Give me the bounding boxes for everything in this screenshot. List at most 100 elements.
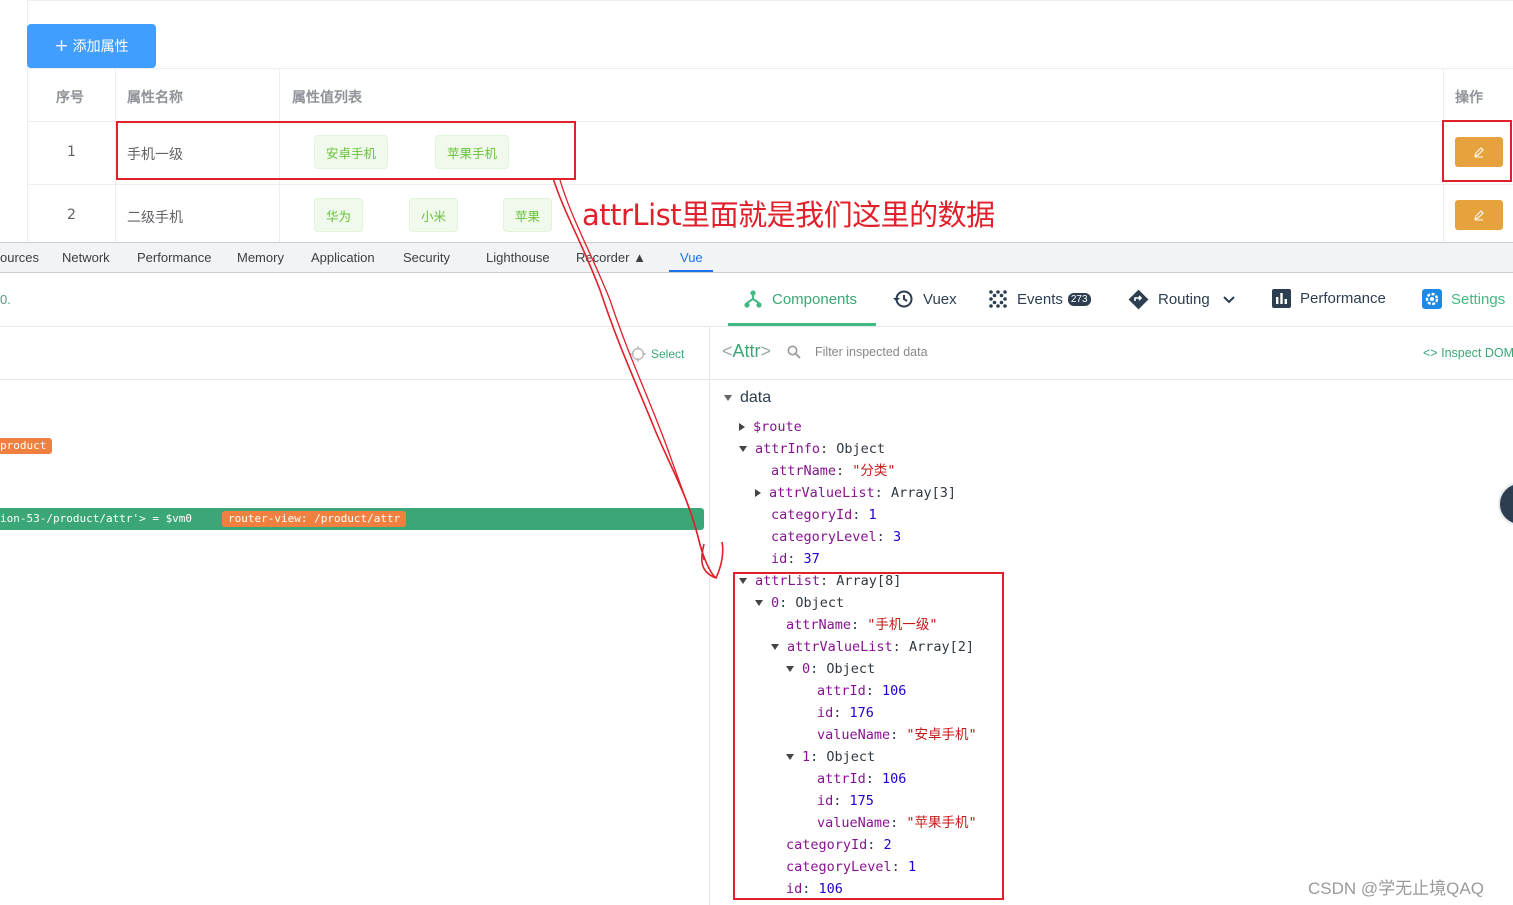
- inspect-dom-button[interactable]: <> Inspect DOM: [1423, 346, 1513, 360]
- prop-value: 2: [883, 837, 892, 853]
- prop-key: 0: [771, 595, 780, 611]
- tab-application[interactable]: Application: [311, 250, 375, 265]
- prop-key: valueName: [817, 815, 891, 831]
- router-view-badge: router-view: /product/attr: [222, 511, 407, 527]
- nav-settings-label: Settings: [1451, 290, 1506, 308]
- row-2-name: 二级手机: [127, 210, 183, 226]
- row-1-index: 1: [67, 144, 76, 160]
- nav-vuex[interactable]: Vuex: [892, 289, 957, 309]
- header-index: 序号: [56, 90, 84, 106]
- value-tag: 华为: [314, 198, 364, 232]
- prop-key: attrName: [771, 463, 837, 479]
- row-1-name: 手机一级: [127, 147, 183, 163]
- value-tag: 小米: [409, 198, 459, 232]
- filter-placeholder: Filter inspected data: [815, 345, 928, 359]
- select-component-button[interactable]: Select: [630, 346, 684, 362]
- nav-vuex-label: Vuex: [923, 290, 957, 308]
- left-edge-text: 0.: [0, 292, 11, 307]
- tab-lighthouse[interactable]: Lighthouse: [486, 250, 550, 265]
- inspector-line: categoryLevel: 1: [786, 859, 917, 875]
- nav-active-indicator: [728, 323, 876, 326]
- edit-icon: [1474, 147, 1484, 158]
- inspector-line[interactable]: attrValueList: Array[3]: [755, 483, 956, 503]
- tab-sources[interactable]: ources: [0, 250, 39, 265]
- selected-tree-row[interactable]: ion-53-/product/attr'> = $vm0 router-vie…: [0, 508, 704, 530]
- filter-input[interactable]: Filter inspected data: [787, 345, 928, 359]
- tab-memory[interactable]: Memory: [237, 250, 284, 265]
- header-attr-name: 属性名称: [127, 90, 183, 106]
- prop-value: Array[8]: [836, 573, 902, 589]
- select-label: Select: [651, 347, 685, 361]
- caret-down-icon: [739, 578, 747, 584]
- prop-key: valueName: [817, 727, 891, 743]
- selected-row-text: ion-53-/product/attr'> = $vm0: [0, 512, 193, 525]
- inspector-line[interactable]: $route: [739, 417, 802, 437]
- target-icon: [630, 346, 646, 362]
- edit-icon: [1474, 210, 1484, 221]
- nav-components[interactable]: Components: [743, 289, 857, 309]
- prop-value: Object: [826, 749, 876, 765]
- caret-down-icon: [786, 754, 794, 760]
- prop-key: attrId: [817, 771, 866, 787]
- prop-key: attrInfo: [755, 441, 821, 457]
- tab-vue[interactable]: Vue: [680, 250, 703, 265]
- code-icon: <>: [1423, 346, 1438, 360]
- inspector-line: categoryLevel: 3: [771, 529, 902, 545]
- inspector-line: id: 176: [817, 705, 874, 721]
- prop-key: 0: [802, 661, 811, 677]
- tab-recorder-label: Recorder: [576, 250, 630, 265]
- history-icon: [893, 290, 913, 308]
- prop-value: Array[3]: [890, 485, 956, 501]
- caret-down-icon: [786, 666, 794, 672]
- data-section-header[interactable]: data: [724, 389, 771, 407]
- inspector-line[interactable]: attrValueList: Array[2]: [771, 637, 974, 657]
- caret-down-icon: [755, 600, 763, 606]
- devtools-tabbar: ources Network Performance Memory Applic…: [0, 242, 1513, 273]
- settings-icon: [1422, 289, 1442, 309]
- nav-performance[interactable]: Performance: [1272, 289, 1386, 308]
- tab-performance[interactable]: Performance: [137, 250, 211, 265]
- inspector-line[interactable]: 1: Object: [786, 747, 875, 767]
- prop-value: 3: [892, 529, 902, 545]
- prop-key: id: [817, 705, 834, 721]
- annotation-text: attrList里面就是我们这里的数据: [582, 198, 995, 232]
- value-tag: 苹果: [503, 198, 553, 232]
- add-attribute-label: 添加属性: [72, 39, 129, 55]
- inspected-component-name: <Attr>: [722, 341, 772, 361]
- edit-button[interactable]: [1455, 137, 1503, 167]
- inspector-toolbar: <Attr> Filter inspected data <> Inspect …: [711, 327, 1513, 380]
- prop-key: attrList: [755, 573, 821, 589]
- prop-value: "苹果手机": [906, 815, 977, 831]
- prop-key: categoryId: [771, 507, 853, 523]
- prop-value: Object: [826, 661, 876, 677]
- edit-button[interactable]: [1455, 200, 1503, 230]
- prop-key: id: [817, 793, 834, 809]
- inspector-line: id: 37: [771, 551, 820, 567]
- data-section-label: data: [740, 389, 772, 406]
- prop-key: id: [771, 551, 788, 567]
- add-attribute-button[interactable]: + 添加属性: [27, 24, 156, 68]
- watermark: CSDN @学无止境QAQ: [1308, 879, 1484, 898]
- tab-recorder[interactable]: Recorder ▲: [576, 250, 646, 265]
- route-badge: product: [0, 438, 53, 454]
- vue-devtools-header: 0. Components Vuex Events 273 Routing Pe…: [0, 273, 1513, 327]
- inspector-line: valueName: "苹果手机": [817, 815, 977, 831]
- inspector-line[interactable]: 0: Object: [755, 593, 844, 613]
- inspector-line: attrName: "分类": [771, 463, 896, 479]
- chevron-down-icon: [1222, 295, 1235, 303]
- inspector-line[interactable]: attrInfo: Object: [739, 439, 885, 459]
- caret-down-icon: [724, 394, 732, 401]
- inspector-line[interactable]: attrList: Array[8]: [739, 571, 901, 591]
- header-attr-values: 属性值列表: [292, 90, 362, 106]
- prop-key: attrValueList: [769, 485, 875, 501]
- nav-routing[interactable]: Routing: [1128, 289, 1236, 310]
- tab-security[interactable]: Security: [403, 250, 450, 265]
- events-count-badge: 273: [1067, 292, 1091, 306]
- prop-key: $route: [753, 419, 802, 435]
- nav-settings[interactable]: Settings: [1422, 289, 1505, 309]
- nav-events[interactable]: Events 273: [988, 289, 1091, 309]
- inspector-line[interactable]: 0: Object: [786, 659, 875, 679]
- tab-network[interactable]: Network: [62, 250, 110, 265]
- header-actions: 操作: [1455, 90, 1483, 106]
- prop-value: Object: [836, 441, 886, 457]
